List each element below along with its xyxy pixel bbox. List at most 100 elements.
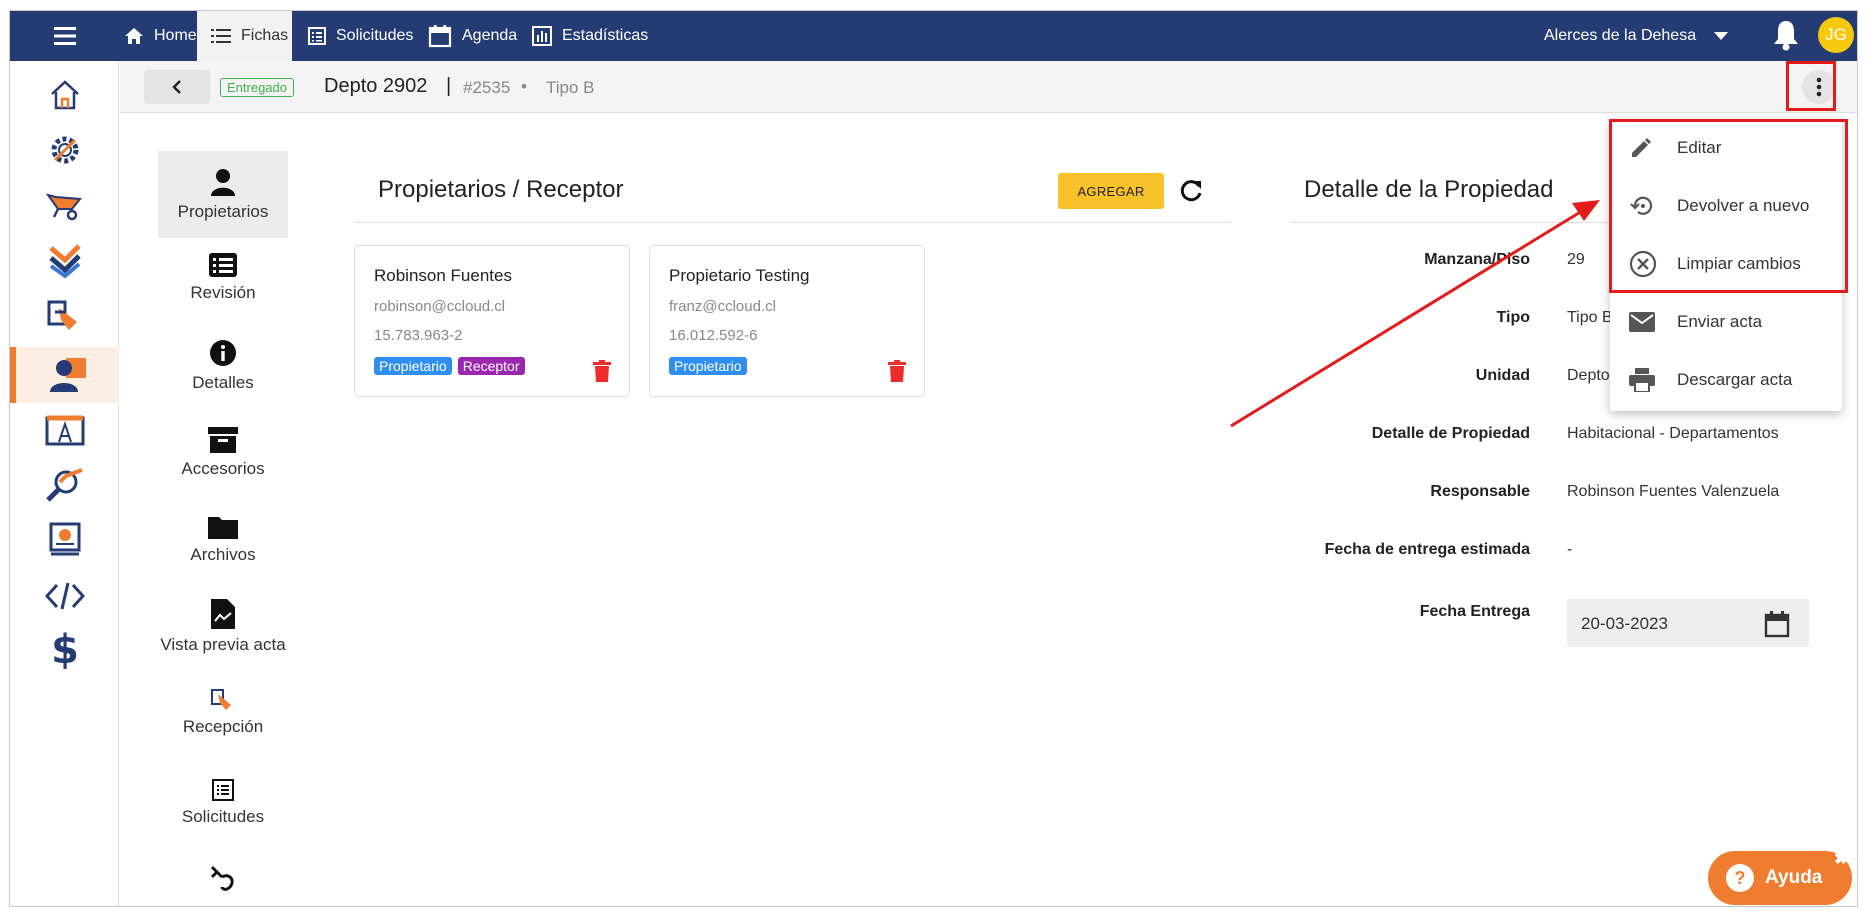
project-selector[interactable]: Alerces de la Dehesa [1544,11,1729,61]
tab-agenda[interactable]: Agenda [414,11,531,61]
bell-icon[interactable] [1772,19,1800,51]
owner-rut: 16.012.592-6 [669,327,758,344]
refresh-icon[interactable] [1178,178,1204,204]
sidebar-item-home[interactable] [10,68,119,122]
hamburger-icon [54,27,76,45]
avatar[interactable]: JG [1818,17,1854,53]
owner-rut: 15.783.963-2 [374,327,463,344]
blueprint-icon [45,415,84,446]
tag-propietario: Propietario [374,357,452,375]
hamburger-menu-button[interactable] [10,11,120,61]
trash-icon[interactable] [888,360,906,382]
delivery-icon [47,300,77,330]
tab-estadisticas[interactable]: Estadísticas [518,11,662,61]
close-icon[interactable]: ✖ [1834,849,1847,869]
sidebar-item-works[interactable] [10,178,119,232]
menu-item-enviar-acta[interactable]: Enviar acta [1610,293,1842,351]
owner-tags: Propietario Receptor [374,357,525,375]
tab-solicitudes[interactable]: Solicitudes [294,11,427,61]
tab-fichas-label: Fichas [241,27,289,44]
section-nav-label: Accesorios [181,459,265,478]
dollar-icon: $ [51,627,79,669]
section-nav-accesorios[interactable]: Accesorios [158,427,288,493]
code-icon [44,582,85,610]
record-type: Tipo B [546,78,595,97]
section-nav-label: Detalles [192,373,254,392]
reception-icon [211,689,231,710]
back-button[interactable] [144,70,210,104]
calendar-icon[interactable] [1764,610,1790,638]
chart-icon [532,26,552,46]
wheelbarrow-icon [45,193,82,221]
help-label: Ayuda [1765,867,1823,888]
section-nav-solicitudes[interactable]: Solicitudes [158,779,288,845]
list-box-icon [308,27,326,45]
info-icon [210,340,236,366]
top-navbar: Home Fichas Solicitudes Agenda Estadísti… [10,11,1857,61]
section-nav-archivos[interactable]: Archivos [158,515,288,581]
tab-solicitudes-label: Solicitudes [336,27,414,44]
section-nav-vista-previa-acta[interactable]: Vista previa acta [158,599,288,669]
owner-email: robinson@ccloud.cl [374,298,506,315]
folder-icon [208,517,238,539]
owners-section-title: Propietarios / Receptor [378,176,624,203]
tab-home[interactable]: Home [110,11,211,61]
record-id: #2535 [463,78,511,97]
chevron-left-icon [172,80,181,94]
page-title: Depto 2902 [324,75,428,97]
svg-text:$: $ [51,627,79,669]
section-nav-label: Propietarios [177,201,269,221]
section-nav-label: Revisión [190,283,256,302]
mail-icon [1629,312,1655,332]
owner-email: franz@ccloud.cl [669,298,776,315]
owner-card: Robinson Fuentes robinson@ccloud.cl 15.7… [354,245,630,397]
person-icon [211,168,235,196]
status-badge: Entregado [220,78,294,97]
detail-value: 29 [1567,251,1585,268]
delivery-date-field[interactable]: 20-03-2023 [1567,599,1809,647]
sidebar-item-inspection[interactable] [10,458,119,512]
checklist-icon [209,253,237,277]
detail-value: Habitacional - Departamentos [1567,425,1779,442]
section-nav-revision[interactable]: Revisión [158,253,288,319]
section-nav-undo[interactable] [158,863,288,903]
sidebar-item-api[interactable] [10,569,119,623]
archive-box-icon [208,427,238,453]
tag-propietario: Propietario [669,357,747,375]
section-nav-propietarios[interactable]: Propietarios [158,151,288,238]
home-icon [125,28,143,44]
sidebar-item-delivery[interactable] [10,288,119,342]
caret-down-icon [1714,32,1729,40]
owner-card: Propietario Testing franz@ccloud.cl 16.0… [649,245,925,397]
calendar-icon [428,25,452,48]
details-divider [1290,222,1620,223]
sidebar-item-owners[interactable] [10,347,119,403]
section-nav-recepcion[interactable]: Recepción [158,689,288,755]
sidebar-item-payments[interactable]: $ [10,621,119,675]
section-nav-label: Archivos [190,545,256,564]
trash-icon[interactable] [593,360,611,382]
tab-agenda-label: Agenda [462,27,518,44]
question-icon: ? [1726,864,1754,892]
detail-label: Tipo [1496,309,1530,326]
sidebar-item-plans[interactable] [10,403,119,457]
section-nav-detalles[interactable]: Detalles [158,339,288,405]
detail-label: Responsable [1430,483,1530,500]
detail-label: Fecha Entrega [1419,603,1530,620]
section-nav-label: Vista previa acta [160,635,286,654]
project-name: Alerces de la Dehesa [1544,27,1697,44]
menu-item-label: Descargar acta [1677,370,1793,389]
print-icon [1629,368,1655,392]
sidebar-item-billing[interactable] [10,513,119,567]
kebab-highlight-box [1786,61,1836,111]
help-button[interactable]: ? Ayuda ✖ [1708,851,1852,905]
sidebar-item-checks[interactable] [10,233,119,287]
delivery-date-value: 20-03-2023 [1581,614,1668,633]
detail-label: Detalle de Propiedad [1371,425,1530,442]
sidebar-item-settings[interactable] [10,123,119,177]
section-nav-label: Recepción [182,717,264,736]
tab-fichas[interactable]: Fichas [197,11,292,61]
menu-item-descargar-acta[interactable]: Descargar acta [1610,351,1842,409]
add-owner-button[interactable]: AGREGAR [1058,173,1164,209]
dot-separator: • [521,77,527,96]
